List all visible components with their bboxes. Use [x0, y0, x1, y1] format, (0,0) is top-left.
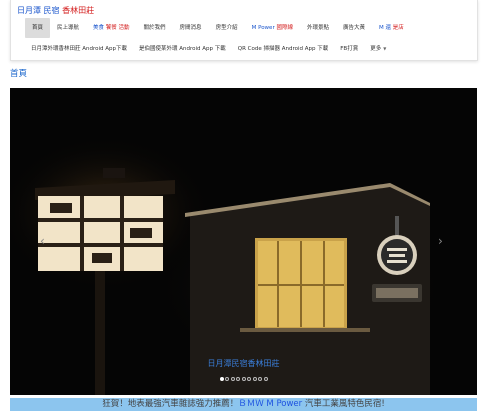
- slide-dot[interactable]: [263, 377, 268, 381]
- slide-dot[interactable]: [241, 377, 246, 381]
- slide-dot[interactable]: [252, 377, 257, 381]
- nav-mstore[interactable]: M 還 是店: [372, 18, 411, 38]
- slide-dot[interactable]: [247, 377, 251, 381]
- nav-attractions[interactable]: 外環景點: [300, 18, 336, 38]
- slide-dot[interactable]: [225, 377, 229, 381]
- nav-ads[interactable]: 廣告大黃: [336, 18, 372, 38]
- slide-next-arrow[interactable]: ›: [438, 234, 443, 248]
- promo-marquee[interactable]: 狂賀！地表最強汽車雜誌強力推薦！ＢＭＷ M Power 汽車工業風特色民宿!: [10, 398, 477, 411]
- banner-highlight: ＢＭＷ M Power: [238, 399, 303, 409]
- slide-dot[interactable]: [219, 377, 224, 381]
- site-logo-text[interactable]: 日月潭 民宿 香林田莊: [17, 5, 94, 16]
- nav-news[interactable]: 房間消息: [173, 18, 209, 38]
- hero-photo: [10, 88, 477, 395]
- chevron-down-icon: ▼: [383, 46, 387, 51]
- nav-about[interactable]: 關於我們: [137, 18, 173, 38]
- slide-prev-arrow[interactable]: ‹: [40, 234, 45, 248]
- site-header: 日月潭 民宿 香林田莊 首頁 民上導航 美食 饕餮 活動 關於我們 房間消息 房…: [10, 0, 478, 61]
- slide-indicators: [10, 377, 477, 381]
- brand-part1: 日月潭 民宿: [17, 6, 60, 15]
- nav-app-download-2[interactable]: 是伯國使某外環 Android App 下載: [133, 44, 232, 52]
- banner-prefix: 狂賀！地表最強汽車雜誌強力推薦！: [102, 399, 239, 409]
- nav-mpower[interactable]: M Power 國際線: [245, 18, 300, 38]
- nav-rooms[interactable]: 房型介紹: [209, 18, 245, 38]
- nav-app-download-1[interactable]: 日月潭外環香林田莊 Android App下載: [25, 44, 133, 52]
- slide-dot[interactable]: [258, 377, 262, 381]
- nav-food-events[interactable]: 美食 饕餮 活動: [86, 18, 137, 38]
- nav-qr-app-download[interactable]: QR Code 掃描器 Android App 下載: [232, 44, 334, 52]
- hero-slideshow[interactable]: ‹ › 日月潭民宿香林田莊: [10, 88, 477, 395]
- slide-caption: 日月潭民宿香林田莊: [207, 359, 280, 368]
- breadcrumb[interactable]: 首頁: [10, 67, 27, 79]
- banner-suffix: 汽車工業風特色民宿!: [302, 399, 385, 409]
- nav-home[interactable]: 首頁: [25, 18, 51, 38]
- nav-more-label: 更多: [370, 46, 382, 52]
- slide-dot[interactable]: [230, 377, 235, 381]
- primary-nav: 首頁 民上導航 美食 饕餮 活動 關於我們 房間消息 房型介紹 M Power …: [25, 18, 411, 38]
- nav-fb-tip[interactable]: FB打賞: [334, 44, 364, 52]
- slide-dot[interactable]: [236, 377, 240, 381]
- secondary-nav: 日月潭外環香林田莊 Android App下載 是伯國使某外環 Android …: [25, 40, 392, 56]
- nav-more[interactable]: 更多 ▼: [364, 44, 392, 52]
- brand-part2: 香林田莊: [62, 6, 95, 15]
- nav-guide[interactable]: 民上導航: [50, 18, 86, 38]
